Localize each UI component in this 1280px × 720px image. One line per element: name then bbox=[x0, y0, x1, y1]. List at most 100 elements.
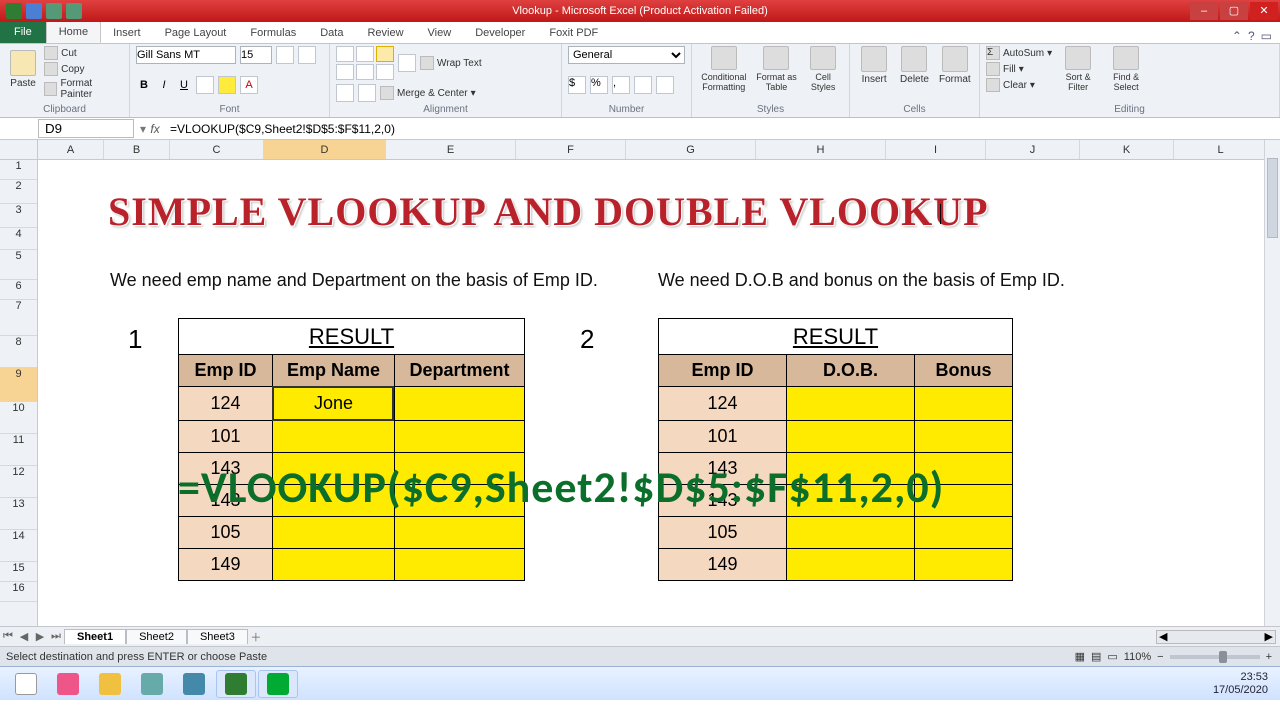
sheet-tab-1[interactable]: Sheet1 bbox=[64, 629, 126, 644]
underline-button[interactable]: U bbox=[176, 79, 192, 91]
tab-nav-last[interactable]: ⏭ bbox=[48, 630, 64, 643]
taskbar-clock[interactable]: 23:53 17/05/2020 bbox=[1213, 671, 1274, 697]
sheet-tab-2[interactable]: Sheet2 bbox=[126, 629, 187, 644]
minimize-ribbon-icon[interactable]: ⌃ bbox=[1232, 29, 1242, 43]
taskbar-excel[interactable] bbox=[216, 670, 256, 698]
title-bar: Vlookup - Microsoft Excel (Product Activ… bbox=[0, 0, 1280, 22]
tab-home[interactable]: Home bbox=[46, 21, 101, 43]
table2-number: 2 bbox=[580, 324, 594, 355]
tab-insert[interactable]: Insert bbox=[101, 23, 153, 43]
fill-button[interactable]: Fill ▾ bbox=[986, 62, 1052, 76]
formula-overlay: =VLOOKUP($C9,Sheet2!$D$5:$F$11,2,0) bbox=[178, 460, 944, 514]
zoom-in-button[interactable]: + bbox=[1266, 651, 1272, 663]
status-bar: Select destination and press ENTER or ch… bbox=[0, 646, 1280, 666]
copy-button[interactable]: Copy bbox=[44, 62, 123, 76]
view-layout-icon[interactable]: ▤ bbox=[1091, 650, 1101, 663]
group-alignment: Wrap Text Merge & Center ▾ Alignment bbox=[330, 44, 562, 117]
tab-page-layout[interactable]: Page Layout bbox=[153, 23, 239, 43]
border-button[interactable] bbox=[196, 76, 214, 94]
window-options-icon[interactable]: ▭ bbox=[1261, 29, 1272, 43]
taskbar-app-4[interactable] bbox=[174, 670, 214, 698]
percent-icon[interactable]: % bbox=[590, 76, 608, 94]
tab-nav-prev[interactable]: ◀ bbox=[16, 630, 32, 643]
fill-color-button[interactable] bbox=[218, 76, 236, 94]
alignment-grid[interactable] bbox=[336, 46, 394, 80]
taskbar: 23:53 17/05/2020 bbox=[0, 666, 1280, 700]
tab-file[interactable]: File bbox=[0, 21, 46, 43]
help-icon[interactable]: ? bbox=[1248, 29, 1255, 43]
font-color-button[interactable]: A bbox=[240, 76, 258, 94]
tab-view[interactable]: View bbox=[416, 23, 464, 43]
taskbar-app-1[interactable] bbox=[48, 670, 88, 698]
new-sheet-icon[interactable]: ＋ bbox=[248, 629, 264, 645]
cell-styles-button[interactable]: Cell Styles bbox=[803, 46, 843, 92]
insert-cells-button[interactable]: Insert bbox=[856, 46, 892, 92]
decrease-font-icon[interactable] bbox=[298, 46, 316, 64]
increase-indent-icon[interactable] bbox=[358, 84, 376, 102]
decrease-decimal-icon[interactable] bbox=[656, 76, 674, 94]
fx-icon[interactable]: fx bbox=[146, 122, 164, 136]
increase-decimal-icon[interactable] bbox=[634, 76, 652, 94]
group-clipboard: Paste Cut Copy Format Painter Clipboard bbox=[0, 44, 130, 117]
view-break-icon[interactable]: ▭ bbox=[1107, 650, 1117, 663]
tab-developer[interactable]: Developer bbox=[463, 23, 537, 43]
cut-button[interactable]: Cut bbox=[44, 46, 123, 60]
italic-button[interactable]: I bbox=[156, 79, 172, 91]
delete-cells-button[interactable]: Delete bbox=[896, 46, 932, 92]
vertical-scrollbar[interactable] bbox=[1264, 140, 1280, 626]
find-select-button[interactable]: Find & Select bbox=[1104, 46, 1148, 92]
formula-bar: ▾ fx bbox=[0, 118, 1280, 140]
group-font: B I U A Font bbox=[130, 44, 330, 117]
view-normal-icon[interactable]: ▦ bbox=[1075, 650, 1085, 663]
format-cells-button[interactable]: Format bbox=[937, 46, 973, 92]
sort-filter-button[interactable]: Sort & Filter bbox=[1056, 46, 1100, 92]
increase-font-icon[interactable] bbox=[276, 46, 294, 64]
zoom-slider[interactable] bbox=[1170, 655, 1260, 659]
column-headers[interactable]: A B C D E F G H I J K L bbox=[38, 140, 1280, 160]
format-as-table-button[interactable]: Format as Table bbox=[754, 46, 800, 92]
name-box[interactable] bbox=[38, 119, 134, 138]
tab-nav-first[interactable]: ⏮ bbox=[0, 630, 16, 643]
group-cells: Insert Delete Format Cells bbox=[850, 44, 980, 117]
horizontal-scrollbar[interactable]: ◀▶ bbox=[1156, 630, 1276, 644]
tab-data[interactable]: Data bbox=[308, 23, 355, 43]
tab-formulas[interactable]: Formulas bbox=[238, 23, 308, 43]
select-all-corner[interactable] bbox=[0, 140, 38, 160]
clear-button[interactable]: Clear ▾ bbox=[986, 78, 1052, 92]
paste-button[interactable]: Paste bbox=[6, 50, 40, 96]
row-headers[interactable]: 1 2 3 4 5 6 7 8 9 10 11 12 13 14 15 16 bbox=[0, 160, 38, 626]
font-family-select[interactable] bbox=[136, 46, 236, 64]
window-title: Vlookup - Microsoft Excel (Product Activ… bbox=[0, 5, 1280, 17]
group-styles: Conditional Formatting Format as Table C… bbox=[692, 44, 850, 117]
worksheet[interactable]: A B C D E F G H I J K L 1 2 3 4 5 6 7 8 … bbox=[0, 140, 1280, 626]
tab-nav-next[interactable]: ▶ bbox=[32, 630, 48, 643]
start-button[interactable] bbox=[6, 670, 46, 698]
decrease-indent-icon[interactable] bbox=[336, 84, 354, 102]
comma-icon[interactable]: , bbox=[612, 76, 630, 94]
tab-review[interactable]: Review bbox=[355, 23, 415, 43]
autosum-button[interactable]: ΣAutoSum ▾ bbox=[986, 46, 1052, 60]
merge-center-button[interactable]: Merge & Center ▾ bbox=[380, 86, 476, 100]
taskbar-app-6[interactable] bbox=[258, 670, 298, 698]
tab-foxit[interactable]: Foxit PDF bbox=[537, 23, 610, 43]
conditional-formatting-button[interactable]: Conditional Formatting bbox=[698, 46, 750, 92]
taskbar-app-2[interactable] bbox=[90, 670, 130, 698]
orientation-icon[interactable] bbox=[398, 54, 416, 72]
wrap-text-button[interactable]: Wrap Text bbox=[420, 56, 482, 70]
page-title: SIMPLE VLOOKUP AND DOUBLE VLOOKUP bbox=[108, 188, 989, 235]
zoom-out-button[interactable]: − bbox=[1157, 651, 1163, 663]
sheet-tab-3[interactable]: Sheet3 bbox=[187, 629, 248, 644]
format-painter-button[interactable]: Format Painter bbox=[44, 78, 123, 100]
formula-input[interactable] bbox=[164, 121, 1280, 137]
table1-number: 1 bbox=[128, 324, 142, 355]
number-format-select[interactable]: General bbox=[568, 46, 685, 64]
group-number: General $ % , Number bbox=[562, 44, 692, 117]
result-table-1: RESULT Emp ID Emp Name Department 124Jon… bbox=[178, 318, 525, 581]
currency-icon[interactable]: $ bbox=[568, 76, 586, 94]
taskbar-app-3[interactable] bbox=[132, 670, 172, 698]
zoom-level[interactable]: 110% bbox=[1124, 651, 1151, 663]
sheet-tab-bar: ⏮ ◀ ▶ ⏭ Sheet1 Sheet2 Sheet3 ＋ ◀▶ bbox=[0, 626, 1280, 646]
font-size-select[interactable] bbox=[240, 46, 272, 64]
intro-text-1: We need emp name and Department on the b… bbox=[110, 270, 598, 291]
bold-button[interactable]: B bbox=[136, 79, 152, 91]
